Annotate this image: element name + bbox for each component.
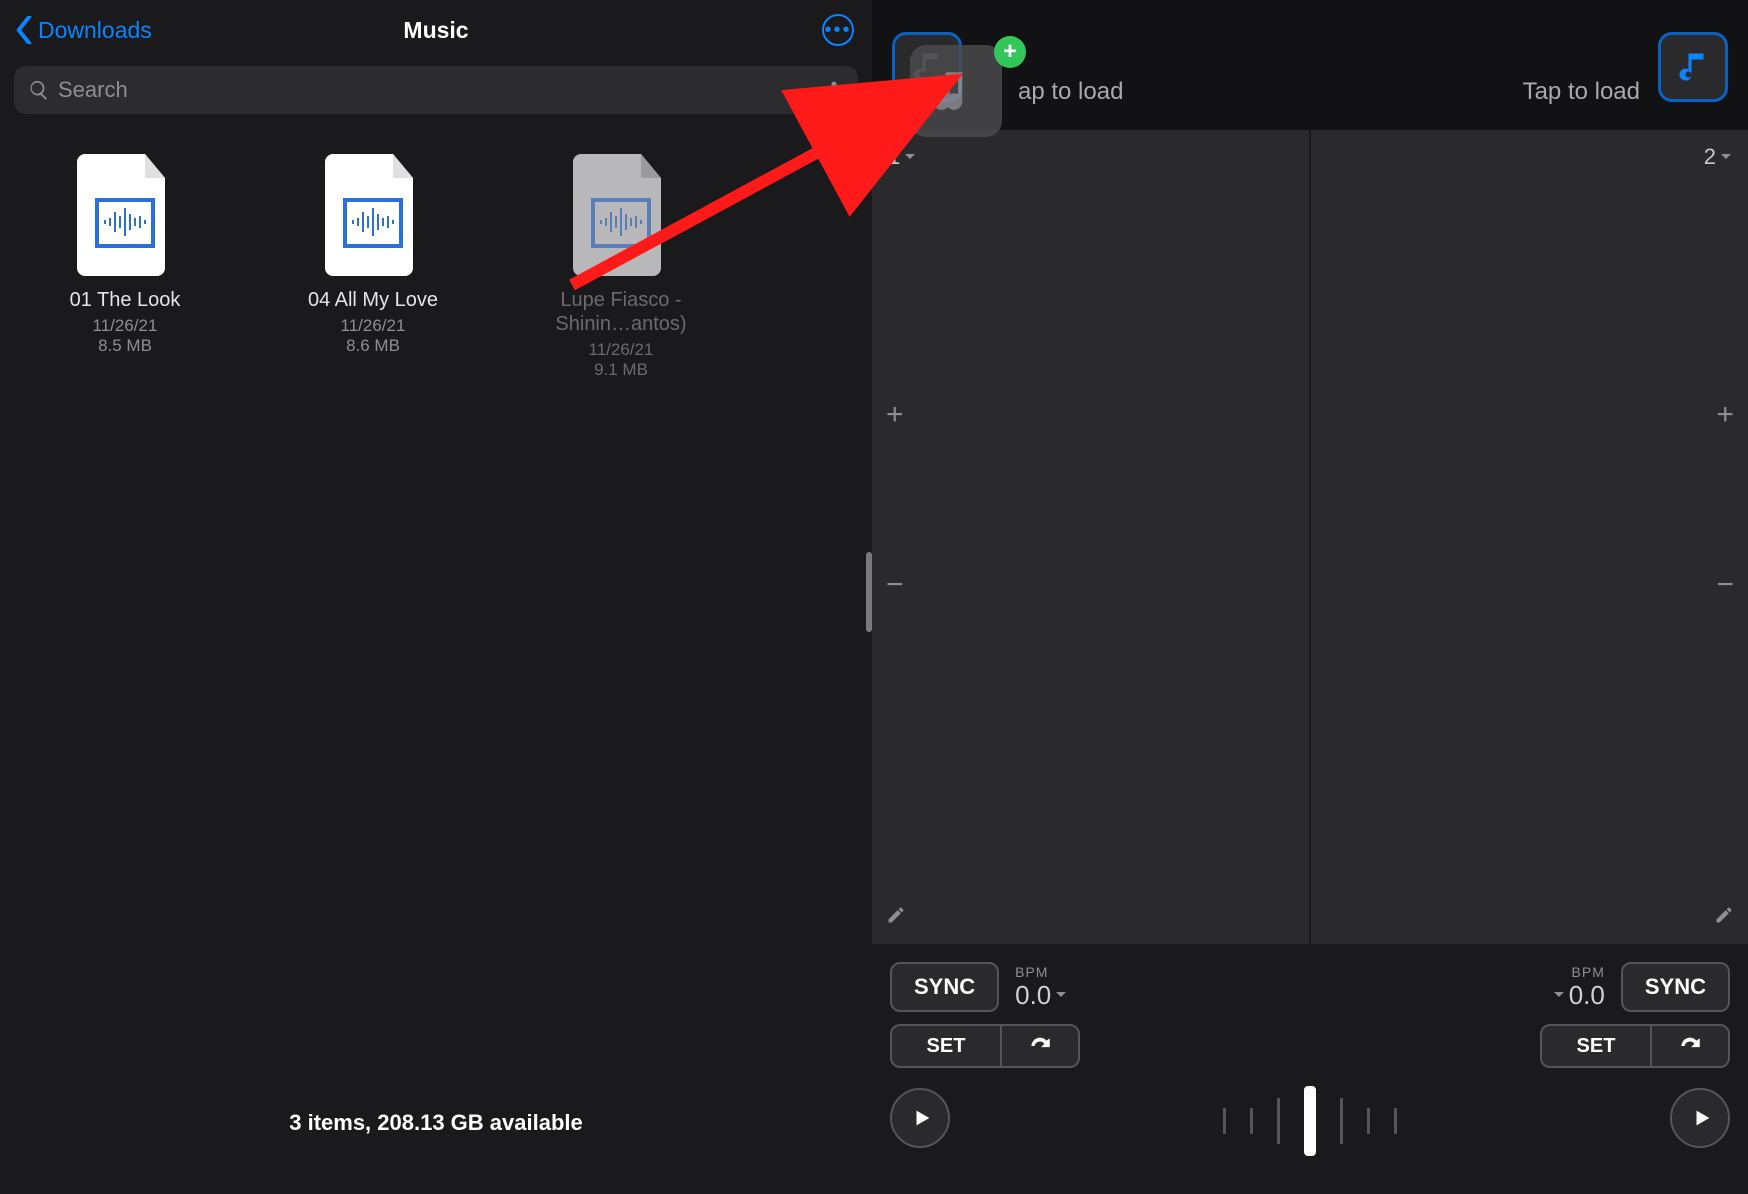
file-name: 04 All My Love (308, 288, 438, 312)
split-view-handle[interactable] (866, 552, 872, 632)
back-label: Downloads (38, 17, 152, 44)
file-name: Lupe Fiasco - Shinin…antos) (526, 288, 716, 336)
file-name: 01 The Look (70, 288, 181, 312)
jump-button-b[interactable] (1650, 1024, 1730, 1068)
search-field[interactable] (14, 66, 858, 114)
crossfader-tick (1250, 1108, 1253, 1134)
audio-file-icon (75, 154, 175, 276)
controls-deck-a: SYNC BPM 0.0 SET (890, 962, 1130, 1194)
set-cue-button-b[interactable]: SET (1540, 1024, 1650, 1068)
more-options-button[interactable]: ••• (822, 14, 854, 46)
file-date: 11/26/21 (589, 340, 654, 360)
play-button-a[interactable] (890, 1088, 950, 1148)
chevron-left-icon (16, 16, 32, 44)
music-note-icon (1675, 49, 1711, 85)
crossfader[interactable] (1223, 1086, 1397, 1156)
music-note-icon (909, 49, 945, 85)
audio-file-icon (323, 154, 423, 276)
crossfader-tick (1277, 1098, 1280, 1144)
file-item-dragging[interactable]: Lupe Fiasco - Shinin…antos) 11/26/21 9.1… (526, 154, 716, 380)
controls-deck-b: BPM 0.0 SYNC SET (1490, 962, 1730, 1194)
load-slot-b[interactable] (1658, 32, 1728, 102)
file-date: 11/26/21 (341, 316, 406, 336)
chevron-down-icon (904, 151, 916, 163)
zoom-in-button[interactable]: + (1716, 398, 1734, 432)
redo-icon (1027, 1036, 1053, 1056)
sync-button-a[interactable]: SYNC (890, 962, 999, 1012)
audio-file-icon (571, 154, 671, 276)
play-icon (1691, 1107, 1713, 1129)
bpm-display-b[interactable]: BPM 0.0 (1553, 964, 1605, 1011)
zoom-out-button[interactable]: − (1716, 568, 1734, 602)
crossfader-tick (1394, 1108, 1397, 1134)
zoom-in-button[interactable]: + (886, 398, 904, 432)
redo-icon (1677, 1036, 1703, 1056)
crossfader-knob[interactable] (1304, 1086, 1316, 1156)
play-icon (911, 1107, 933, 1129)
deck-a[interactable]: 1 + − (872, 130, 1309, 944)
pencil-icon (886, 905, 906, 925)
file-item[interactable]: 04 All My Love 11/26/21 8.6 MB (278, 154, 468, 380)
deck-b[interactable]: 2 + − (1309, 130, 1748, 944)
zoom-out-button[interactable]: − (886, 568, 904, 602)
bpm-label: BPM (1015, 964, 1067, 980)
bpm-display-a[interactable]: BPM 0.0 (1015, 964, 1067, 1011)
chevron-down-icon (1720, 151, 1732, 163)
deck-b-selector[interactable]: 2 (1704, 144, 1732, 170)
edit-button[interactable] (1714, 905, 1734, 930)
tap-to-load-a: ap to load (1018, 78, 1123, 106)
deck-area: 1 + − 2 + − (872, 130, 1748, 944)
files-panel: Downloads Music ••• 01 The Look 11/26/21 (0, 0, 872, 1194)
crossfader-tick (1223, 1108, 1226, 1134)
file-grid: 01 The Look 11/26/21 8.5 MB 04 All My Lo… (0, 124, 872, 380)
dj-panel: ap to load Tap to load 1 + − (872, 0, 1748, 1194)
bpm-label: BPM (1572, 964, 1605, 980)
load-slot-a[interactable] (892, 32, 962, 102)
crossfader-tick (1340, 1098, 1343, 1144)
folder-status: 3 items, 208.13 GB available (0, 1110, 872, 1194)
sync-button-b[interactable]: SYNC (1621, 962, 1730, 1012)
set-cue-button-a[interactable]: SET (890, 1024, 1000, 1068)
back-button[interactable]: Downloads (16, 16, 152, 44)
file-size: 8.6 MB (346, 336, 400, 356)
file-size: 9.1 MB (594, 360, 648, 380)
mic-icon[interactable] (824, 80, 844, 100)
search-input[interactable] (58, 77, 824, 103)
play-button-b[interactable] (1670, 1088, 1730, 1148)
chevron-down-icon (1553, 989, 1565, 1001)
files-header: Downloads Music ••• (0, 0, 872, 60)
search-icon (28, 79, 50, 101)
file-size: 8.5 MB (98, 336, 152, 356)
edit-button[interactable] (886, 905, 906, 930)
crossfader-tick (1367, 1108, 1370, 1134)
file-date: 11/26/21 (93, 316, 158, 336)
pencil-icon (1714, 905, 1734, 925)
transport-controls: SYNC BPM 0.0 SET (872, 944, 1748, 1194)
chevron-down-icon (1055, 989, 1067, 1001)
jump-button-a[interactable] (1000, 1024, 1080, 1068)
file-item[interactable]: 01 The Look 11/26/21 8.5 MB (30, 154, 220, 380)
deck-a-selector[interactable]: 1 (888, 144, 916, 170)
tap-to-load-b: Tap to load (1523, 78, 1640, 106)
load-bar: ap to load Tap to load (872, 0, 1748, 130)
